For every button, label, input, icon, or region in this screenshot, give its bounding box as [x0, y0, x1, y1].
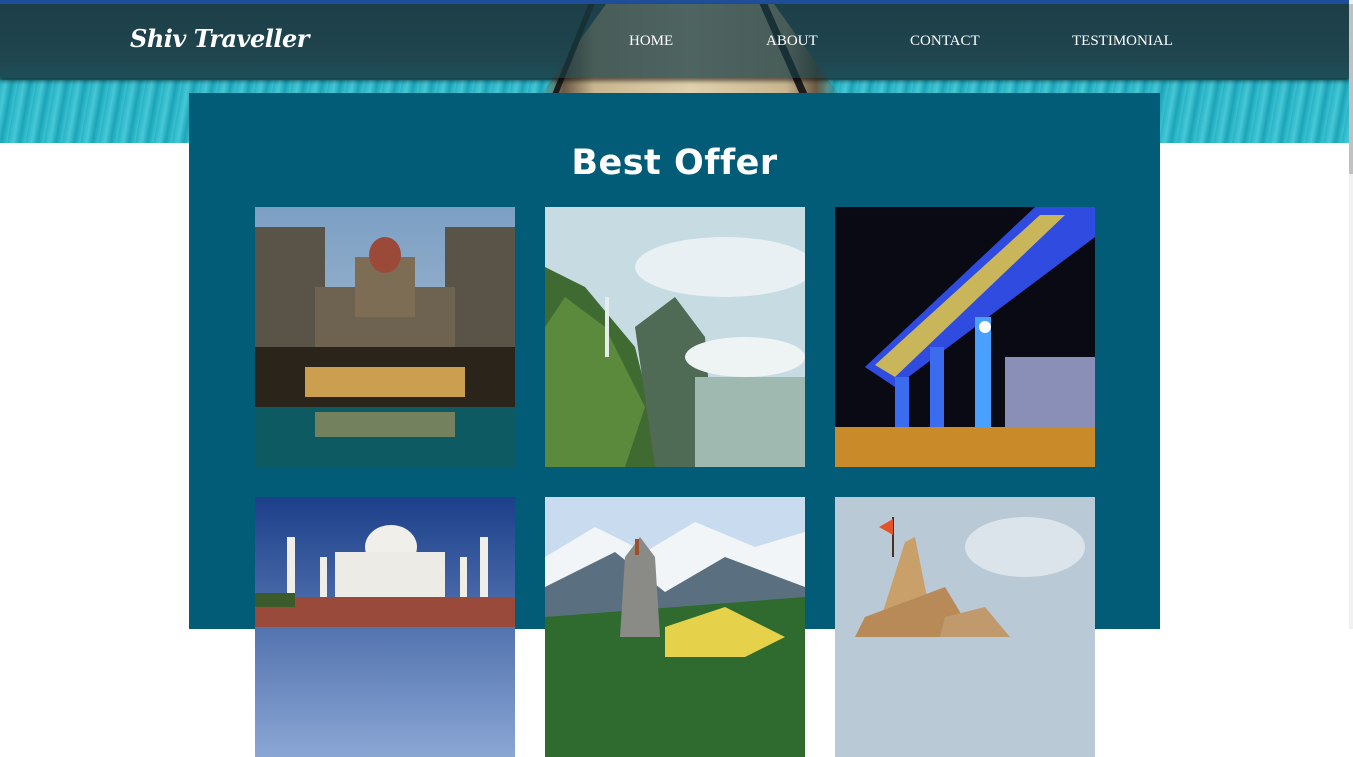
mausoleum-image — [255, 497, 515, 757]
palace-image — [255, 207, 515, 467]
mountains-image — [545, 207, 805, 467]
flyover-image — [835, 207, 1095, 467]
best-offer-section: Best Offer — [189, 93, 1160, 757]
offer-card-palace[interactable] — [255, 207, 515, 467]
offer-card-mausoleum[interactable] — [255, 497, 515, 757]
offer-card-mountains[interactable] — [545, 207, 805, 467]
navbar: Shiv Traveller HOME ABOUT CONTACT TESTIM… — [0, 4, 1349, 78]
mountain-temple-image — [545, 497, 805, 757]
scrollbar-thumb[interactable] — [1349, 4, 1353, 174]
offer-card-mountain-temple[interactable] — [545, 497, 805, 757]
nav-about[interactable]: ABOUT — [766, 33, 818, 50]
brand-logo[interactable]: Shiv Traveller — [130, 24, 309, 53]
nav-home[interactable]: HOME — [629, 33, 673, 50]
nav-testimonial[interactable]: TESTIMONIAL — [1072, 33, 1173, 50]
temple-spire-image — [835, 497, 1095, 757]
nav-contact[interactable]: CONTACT — [910, 33, 980, 50]
offer-card-temple-spire[interactable] — [835, 497, 1095, 757]
section-title: Best Offer — [571, 143, 778, 183]
offer-card-flyover[interactable] — [835, 207, 1095, 467]
